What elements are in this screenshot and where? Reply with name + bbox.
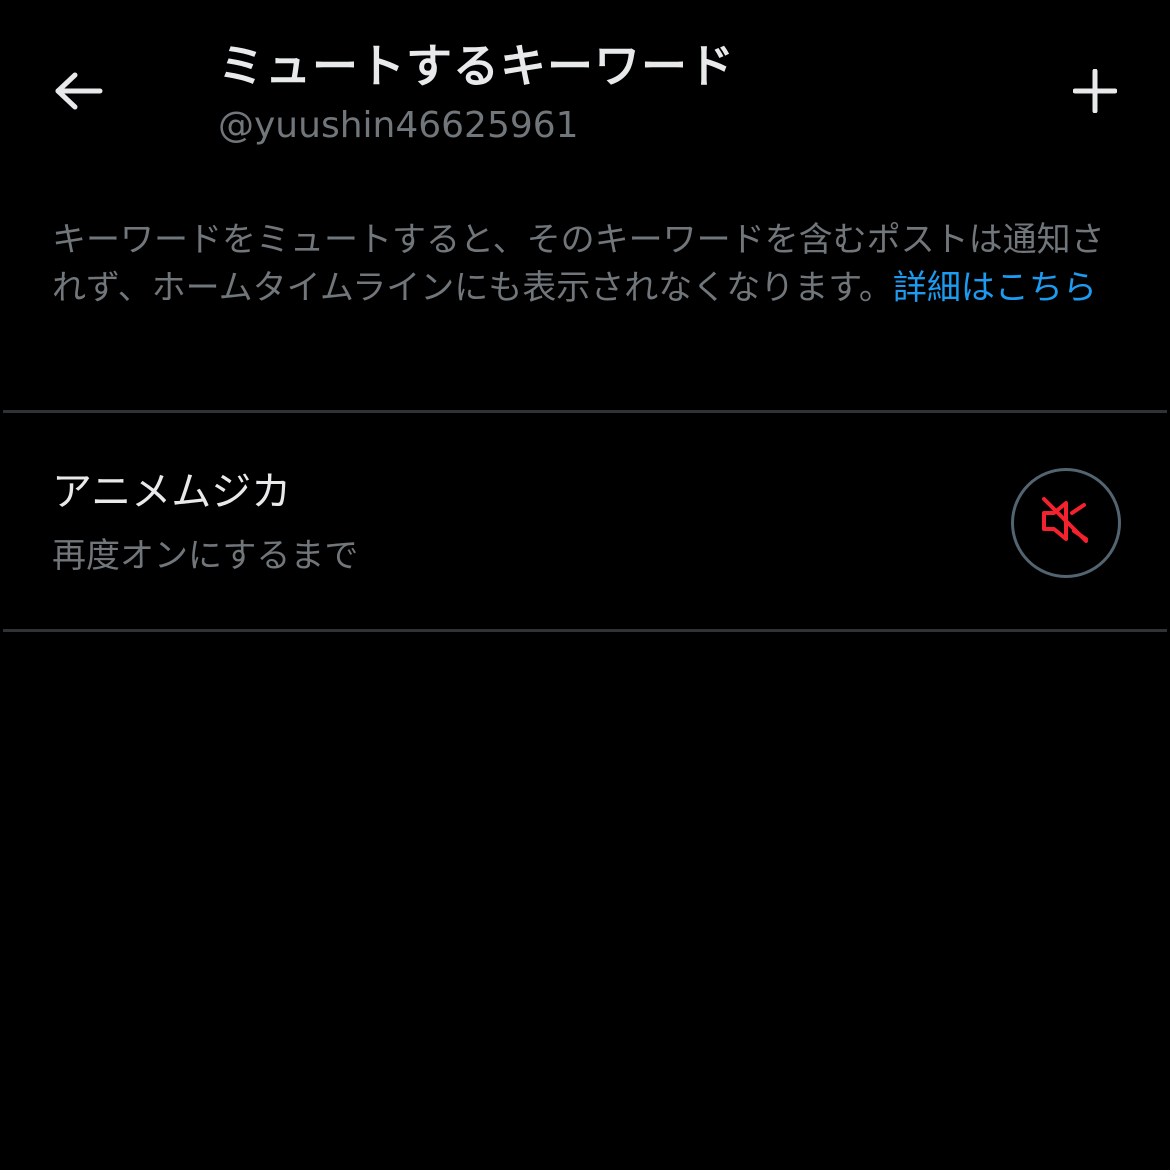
description: キーワードをミュートすると、そのキーワードを含むポストは通知されず、ホームタイム… [52, 216, 1122, 312]
learn-more-link[interactable]: 詳細はこちら [893, 268, 1097, 308]
top-bar: ミュートするキーワード @yuushin46625961 [0, 0, 1170, 180]
arrow-left-icon [54, 71, 104, 115]
back-button[interactable] [44, 58, 114, 128]
page-title: ミュートするキーワード [218, 39, 735, 93]
title-block: ミュートするキーワード @yuushin46625961 [218, 36, 735, 152]
speaker-muted-icon [1040, 495, 1092, 551]
divider [3, 629, 1167, 632]
muted-keyword-text: アニメムジカ [52, 469, 292, 515]
plus-icon [1072, 68, 1118, 117]
add-keyword-button[interactable] [1060, 58, 1130, 128]
muted-keyword-row[interactable] [0, 413, 1170, 629]
mute-duration: 再度オンにするまで [52, 536, 359, 576]
unmute-button[interactable] [1011, 468, 1121, 578]
account-handle: @yuushin46625961 [218, 105, 579, 146]
